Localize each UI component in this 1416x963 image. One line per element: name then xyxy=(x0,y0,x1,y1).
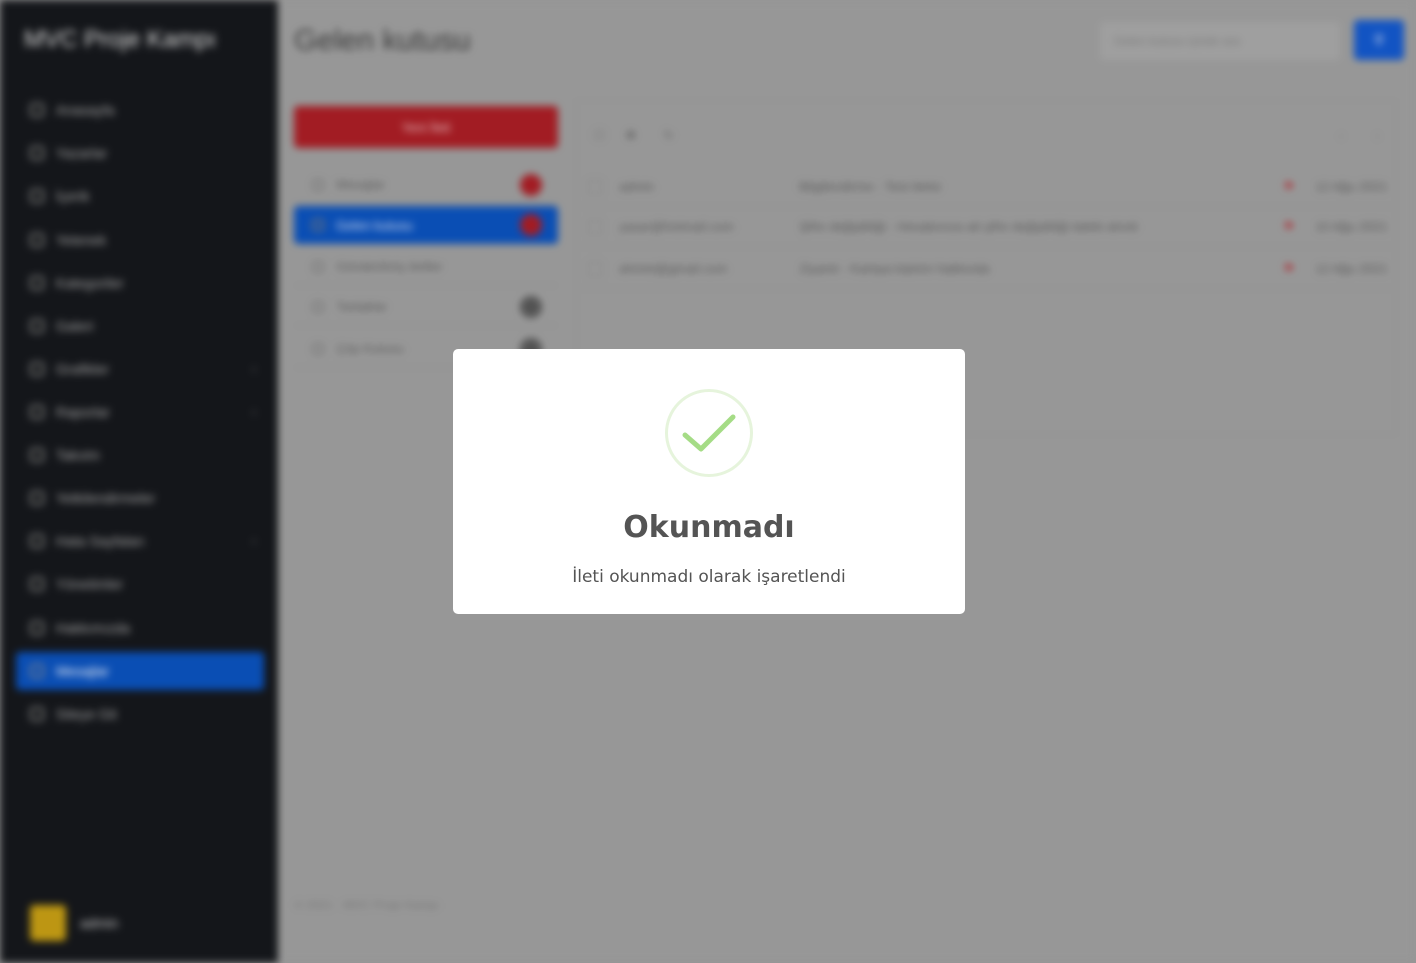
alert-dialog: Okunmadı İleti okunmadı olarak işaretlen… xyxy=(453,349,965,614)
dialog-message: İleti okunmadı olarak işaretlendi xyxy=(572,567,846,587)
dialog-title: Okunmadı xyxy=(623,510,795,545)
success-check-icon xyxy=(665,389,753,477)
